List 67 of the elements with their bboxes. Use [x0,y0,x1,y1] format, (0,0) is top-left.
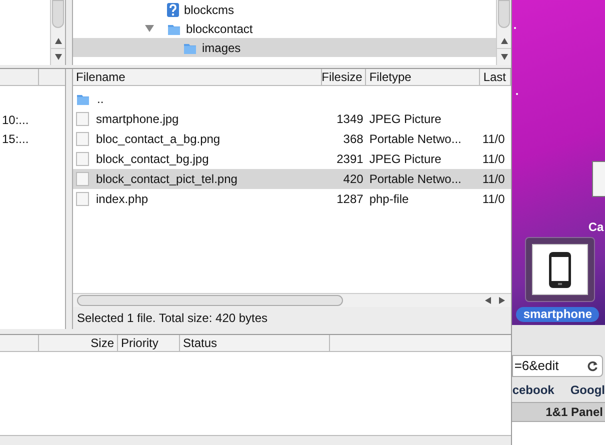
filename-cell-text: .. [97,91,104,108]
folder-name: images [202,40,241,56]
file-row[interactable]: bloc_contact_a_bg.png 368 Portable Netwo... 11/0 [73,129,512,149]
modified-cell: 11/0 [482,172,505,186]
bookmark-link[interactable]: cebook [512,380,554,398]
up-arrow-icon [500,38,508,44]
scrollbar[interactable] [50,0,65,65]
filetype-cell: Portable Netwo... [369,172,462,186]
file-row[interactable]: index.php 1287 php-file 11/0 [73,189,512,209]
left-arrow-icon[interactable] [485,297,492,304]
modified-cell: 11/0 [482,192,505,206]
icon-label[interactable]: smartphone [516,307,599,322]
tree-item[interactable]: blockcontact [73,19,496,38]
reload-icon[interactable] [587,360,598,372]
filetype-cell: php-file [369,192,409,206]
bookmark-link[interactable]: Googl [570,380,605,398]
modified-cell: 11/0 [482,152,505,166]
column-header[interactable]: Filesize [322,69,366,85]
status-text: Selected 1 file. Total size: 420 bytes [77,310,268,327]
url-field[interactable]: =6&edit [512,355,603,377]
filename-cell-text: smartphone.jpg [96,111,179,128]
icon-label[interactable]: Ca [588,218,604,236]
filename-cell-text: bloc_contact_a_bg.png [96,131,220,148]
folder-name: blockcontact [186,20,253,38]
up-arrow-icon [54,38,62,44]
filesize-cell-text: 2391 [336,151,364,168]
modified-cell-text: 10:... [2,112,29,128]
tree-item[interactable]: images [73,38,496,57]
filename-cell-text: block_contact_pict_tel.png [96,171,238,188]
folder-name: blockcms [184,2,234,18]
filename-cell-text: index.php [96,191,148,208]
file-icon [76,112,89,126]
filetype-cell: JPEG Picture [369,112,442,126]
filesize-cell-text: 368 [343,131,364,148]
filesize-cell-text: 1349 [336,111,364,128]
browser-tab[interactable]: 1&1 Panel [512,402,605,422]
filetype-cell: Portable Netwo... [369,132,462,146]
column-header[interactable]: Size [39,335,118,351]
down-arrow-icon [54,54,62,60]
filesize-cell-text: 1287 [336,191,364,208]
scrollbar[interactable] [496,0,512,65]
folder-icon [76,92,90,106]
column-header[interactable]: Priority [118,335,180,351]
column-header[interactable]: Filename [73,69,322,85]
filesize-cell-text: 420 [343,171,364,188]
file-row[interactable]: .. [73,89,512,109]
down-arrow-icon [500,54,508,60]
modified-cell-text: 15:... [2,130,29,148]
icon-selection-frame[interactable] [525,237,596,302]
column-header[interactable]: Filetype [366,69,480,85]
filetype-cell: JPEG Picture [369,152,442,166]
file-icon [76,172,89,186]
file-row[interactable]: block_contact_pict_tel.png 420 Portable Netwo... 11/0 [73,169,512,189]
modified-cell: 11/0 [482,132,505,146]
file-icon [76,152,89,166]
filename-cell-text: block_contact_bg.jpg [96,151,209,168]
column-header[interactable]: Status [180,335,330,351]
file-row[interactable]: block_contact_bg.jpg 2391 JPEG Picture 11/0 [73,149,512,169]
column-header[interactable]: Last [480,69,512,85]
tree-item[interactable]: blockcms [73,0,496,19]
smartphone-icon [549,252,572,288]
file-icon [76,192,89,206]
horizontal-scrollbar[interactable] [73,293,512,307]
question-icon [167,2,179,16]
right-arrow-icon[interactable] [499,297,506,304]
file-row[interactable]: smartphone.jpg 1349 JPEG Picture [73,109,512,129]
file-icon [76,132,89,146]
